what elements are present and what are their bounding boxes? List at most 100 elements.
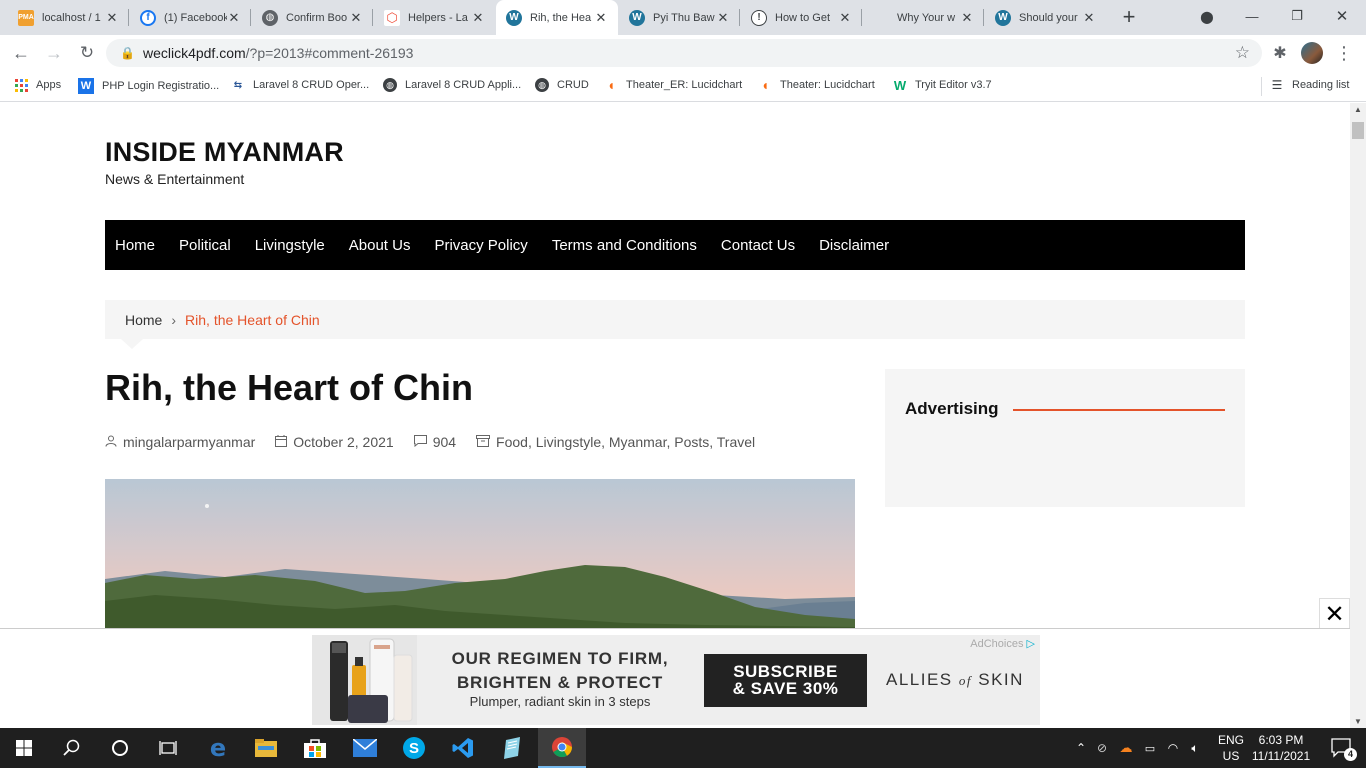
adchoices-link[interactable]: AdChoices ▷ [970,637,1035,650]
bookmark-php-login[interactable]: W PHP Login Registratio... [78,78,219,94]
nav-privacy-policy[interactable]: Privacy Policy [434,237,527,254]
close-tab-icon[interactable]: ✕ [105,10,119,26]
close-tab-icon[interactable]: ✕ [349,10,363,26]
nav-political[interactable]: Political [179,237,231,254]
store-icon[interactable] [291,728,339,768]
forward-icon[interactable]: → [41,40,67,66]
file-explorer-icon[interactable] [242,728,290,768]
tab-should-your[interactable]: W Should your ✕ [985,0,1106,35]
profile-avatar[interactable] [1299,40,1325,66]
minimize-button[interactable]: — [1239,3,1265,29]
bookmark-laravel-crud-appli[interactable]: ◍ Laravel 8 CRUD Appli... [383,78,521,92]
scroll-up-arrow-icon[interactable]: ▲ [1354,105,1362,114]
bookmark-theater-er-lucidchart[interactable]: ◖ Theater_ER: Lucidchart [604,77,742,93]
wordpress-icon: W [629,9,645,26]
ad-subscribe-button[interactable]: SUBSCRIBE & SAVE 30% [704,654,867,707]
close-tab-icon[interactable]: ✕ [1082,10,1096,26]
url-input[interactable]: 🔒 weclick4pdf.com/?p=2013#comment-26193 … [106,39,1262,67]
tab-helpers-laravel[interactable]: ⬡ Helpers - La ✕ [374,0,495,35]
close-tab-icon[interactable]: ✕ [716,10,730,26]
ad-close-button[interactable]: ✕ [1319,598,1350,629]
tab-pyi-thu-baw[interactable]: W Pyi Thu Baw ✕ [619,0,740,35]
reading-list-button[interactable]: ☰ Reading list [1270,78,1350,92]
new-tab-button[interactable]: + [1116,4,1142,30]
vscode-icon[interactable] [439,728,487,768]
chevron-right-icon: › [171,311,177,328]
bookmarks-bar: Apps W PHP Login Registratio... ⇆ Larave… [0,71,1366,102]
skype-icon[interactable]: S [390,728,438,768]
notepad-icon[interactable] [488,728,536,768]
tab-search-icon[interactable]: ⬤ [1194,4,1220,30]
bookmark-tryit-editor[interactable]: W Tryit Editor v3.7 [893,78,992,93]
post-date[interactable]: October 2, 2021 [293,434,393,450]
globe-icon: ◍ [262,9,278,26]
clock[interactable]: 6:03 PM 11/11/2021 [1250,732,1312,764]
nav-disclaimer[interactable]: Disclaimer [819,237,889,254]
input-language[interactable]: ENG US [1216,732,1246,764]
post-author[interactable]: mingalarparmyanmar [123,434,255,450]
close-tab-icon[interactable]: ✕ [960,10,974,26]
ad-banner[interactable]: OUR REGIMEN TO FIRM, BRIGHTEN & PROTECT … [312,635,1040,725]
laravel-icon: ⬡ [384,9,400,26]
back-icon[interactable]: ← [8,40,34,66]
tab-rih-heart-of-chin[interactable]: W Rih, the Hea ✕ [496,0,618,35]
cloudflare-icon[interactable]: ☁ [1114,740,1138,756]
action-center-icon[interactable]: 4 [1318,728,1366,768]
ad-headline: OUR REGIMEN TO FIRM, BRIGHTEN & PROTECT [435,647,685,695]
nav-about-us[interactable]: About Us [349,237,411,254]
post-categories[interactable]: Food, Livingstyle, Myanmar, Posts, Trave… [496,434,755,450]
edge-icon[interactable]: e [194,728,242,768]
close-tab-icon[interactable]: ✕ [227,10,241,26]
tab-title: Pyi Thu Baw [653,11,715,24]
close-tab-icon[interactable]: ✕ [471,10,485,26]
extensions-puzzle-icon[interactable]: ✱ [1267,40,1293,66]
user-icon [105,435,117,450]
close-window-button[interactable]: ✕ [1329,3,1355,29]
language-code: ENG [1217,733,1244,747]
tab-facebook[interactable]: f (1) Facebook ✕ [130,0,251,35]
site-title[interactable]: INSIDE MYANMAR [105,137,344,168]
tab-confirm-booking[interactable]: ◍ Confirm Boo ✕ [252,0,373,35]
task-view-icon[interactable] [144,728,192,768]
chrome-icon[interactable] [538,728,586,768]
page-scrollbar[interactable]: ▲ ▼ [1350,103,1366,728]
tab-how-to-get[interactable]: ! How to Get ✕ [741,0,862,35]
network-disabled-icon[interactable]: ⊘ [1090,741,1114,755]
lucidchart-icon: ◖ [760,77,770,93]
tab-title: How to Get [775,11,831,24]
post-comments-count[interactable]: 904 [433,434,456,450]
clock-date: 11/11/2021 [1251,749,1311,763]
tab-localhost[interactable]: PMA localhost / 1 ✕ [8,0,129,35]
calendar-icon [275,434,288,450]
sidebar-widget-advertising: Advertising [885,369,1245,507]
notification-count-badge: 4 [1344,748,1357,761]
nav-home[interactable]: Home [115,237,155,254]
chrome-menu-icon[interactable]: ⋮ [1331,40,1357,66]
cortana-icon[interactable] [96,728,144,768]
close-tab-icon[interactable]: ✕ [838,10,852,26]
bookmark-apps[interactable]: Apps [14,78,61,92]
bookmark-laravel-crud-oper[interactable]: ⇆ Laravel 8 CRUD Oper... [231,78,369,92]
scroll-down-arrow-icon[interactable]: ▼ [1354,717,1362,726]
nav-terms-and-conditions[interactable]: Terms and Conditions [552,237,697,254]
comment-icon [413,434,427,450]
battery-icon[interactable]: ▭ [1138,742,1162,755]
bookmark-star-icon[interactable]: ☆ [1235,43,1250,63]
bookmark-theater-lucidchart[interactable]: ◖ Theater: Lucidchart [758,77,875,93]
breadcrumb-home[interactable]: Home [125,312,162,328]
reload-icon[interactable]: ↻ [74,40,100,66]
mail-icon[interactable] [341,728,389,768]
tab-why-your[interactable]: Why Your w ✕ [863,0,984,35]
restore-button[interactable]: ❐ [1284,3,1310,29]
close-tab-icon[interactable]: ✕ [594,10,608,26]
show-hidden-icons-chevron-icon[interactable]: ⌃ [1072,741,1090,755]
scrollbar-thumb[interactable] [1352,122,1364,139]
search-icon[interactable] [48,728,96,768]
volume-icon[interactable]: 🔈︎ [1184,741,1206,756]
wifi-icon[interactable]: ◠ [1162,741,1184,755]
bookmark-crud[interactable]: ◍ CRUD [535,78,589,92]
lock-icon[interactable]: 🔒 [120,46,135,60]
nav-contact-us[interactable]: Contact Us [721,237,795,254]
start-icon[interactable] [0,728,48,768]
nav-livingstyle[interactable]: Livingstyle [255,237,325,254]
